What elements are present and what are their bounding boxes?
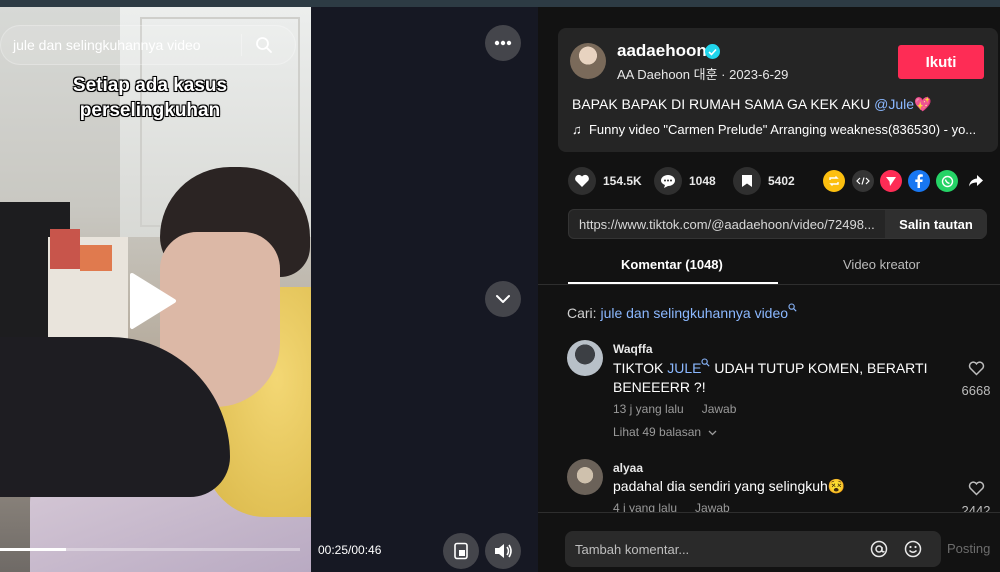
related-search-hint[interactable]: Cari: jule dan selingkuhannya video bbox=[567, 303, 797, 321]
video-pane: jule dan selingkuhannya video Setiap ada… bbox=[0, 7, 538, 572]
reply-button[interactable]: Jawab bbox=[702, 402, 737, 416]
music-title[interactable]: Funny video "Carmen Prelude" Arranging w… bbox=[589, 122, 976, 137]
app-root: jule dan selingkuhannya video Setiap ada… bbox=[0, 0, 1000, 572]
video-frame[interactable]: jule dan selingkuhannya video Setiap ada… bbox=[0, 7, 311, 572]
chevron-down-icon bbox=[496, 295, 510, 303]
copy-link-button[interactable]: Salin tautan bbox=[885, 210, 987, 238]
search-small-icon bbox=[788, 303, 797, 312]
heart-outline-icon bbox=[968, 361, 984, 376]
comment-compose-bar: Tambah komentar... Posting bbox=[538, 512, 1000, 572]
tab-comments[interactable]: Komentar (1048) bbox=[621, 257, 723, 272]
repost-icon[interactable] bbox=[823, 170, 845, 192]
floating-player-button[interactable] bbox=[443, 533, 479, 569]
video-link-box[interactable]: https://www.tiktok.com/@aadaehoon/video/… bbox=[568, 209, 987, 239]
follow-button[interactable]: Ikuti bbox=[898, 45, 984, 79]
more-options-button[interactable] bbox=[485, 25, 521, 61]
heart-icon[interactable] bbox=[568, 167, 596, 195]
whatsapp-icon[interactable] bbox=[936, 170, 958, 192]
video-caption: Setiap ada kasus perselingkuhan bbox=[40, 73, 260, 123]
comment-input-placeholder[interactable]: Tambah komentar... bbox=[575, 542, 689, 557]
embed-icon[interactable] bbox=[852, 170, 874, 192]
video-shelf-item bbox=[80, 245, 112, 271]
comment-avatar[interactable] bbox=[567, 340, 603, 376]
author-name[interactable]: aadaehoon bbox=[617, 41, 707, 61]
comment-search-link[interactable]: JULE bbox=[667, 360, 701, 376]
mention-icon[interactable] bbox=[870, 540, 888, 558]
tab-creator-videos[interactable]: Video kreator bbox=[843, 257, 920, 272]
facebook-icon[interactable] bbox=[908, 170, 930, 192]
video-shelf-item bbox=[50, 229, 80, 269]
search-hint-query[interactable]: jule dan selingkuhannya video bbox=[600, 305, 788, 321]
comment-username[interactable]: alyaa bbox=[613, 461, 643, 475]
video-progress-bar[interactable] bbox=[0, 548, 300, 551]
verified-icon bbox=[705, 44, 720, 59]
caption-line: perselingkuhan bbox=[79, 100, 221, 121]
floating-player-icon bbox=[454, 542, 468, 560]
description-emoji: 💖 bbox=[914, 96, 932, 112]
video-search-bar[interactable]: jule dan selingkuhannya video bbox=[0, 25, 296, 65]
video-link-url[interactable]: https://www.tiktok.com/@aadaehoon/video/… bbox=[579, 217, 879, 232]
video-progress-fill bbox=[0, 548, 66, 551]
video-search-text[interactable]: jule dan selingkuhannya video bbox=[1, 37, 241, 53]
caption-line: Setiap ada kasus bbox=[72, 75, 228, 96]
comment-input[interactable]: Tambah komentar... bbox=[565, 531, 941, 567]
play-icon[interactable] bbox=[128, 271, 178, 331]
like-stat[interactable]: 154.5K bbox=[568, 167, 642, 195]
comment-text-part: padahal dia sendiri yang selingkuh bbox=[613, 478, 828, 494]
view-replies-button[interactable]: Lihat 49 balasan bbox=[613, 425, 717, 439]
more-dots-icon bbox=[494, 40, 512, 46]
comment-meta: 13 j yang lalu Jawab bbox=[613, 402, 736, 416]
comment-text-part: TIKTOK bbox=[613, 360, 668, 376]
comment-avatar[interactable] bbox=[567, 459, 603, 495]
share-arrow-icon[interactable] bbox=[965, 170, 987, 192]
emoji-icon[interactable] bbox=[904, 540, 922, 558]
author-subtitle: AA Daehoon 대훈 · 2023-6-29 bbox=[617, 67, 789, 82]
description-text: BAPAK BAPAK DI RUMAH SAMA GA KEK AKU bbox=[572, 96, 875, 112]
details-panel: aadaehoon AA Daehoon 대훈 · 2023-6-29 Ikut… bbox=[538, 7, 1000, 572]
music-row[interactable]: ♫ Funny video "Carmen Prelude" Arranging… bbox=[572, 122, 982, 137]
volume-icon bbox=[495, 544, 512, 558]
save-stat[interactable]: 5402 bbox=[733, 167, 795, 195]
video-description: BAPAK BAPAK DI RUMAH SAMA GA KEK AKU @Ju… bbox=[572, 96, 931, 113]
comment-icon[interactable] bbox=[654, 167, 682, 195]
comment-text: padahal dia sendiri yang selingkuh😵 bbox=[613, 477, 933, 496]
description-mention[interactable]: @Jule bbox=[874, 96, 914, 112]
view-replies-label[interactable]: Lihat 49 balasan bbox=[613, 425, 701, 439]
comment-text: TIKTOK JULE UDAH TUTUP KOMEN, BERARTI BE… bbox=[613, 358, 933, 397]
search-icon[interactable] bbox=[242, 26, 286, 64]
video-time: 00:25/00:46 bbox=[318, 543, 382, 557]
comment-emoji: 😵 bbox=[827, 478, 846, 494]
search-hint-prefix: Cari: bbox=[567, 305, 601, 321]
chevron-down-icon bbox=[708, 430, 717, 436]
next-video-button[interactable] bbox=[485, 281, 521, 317]
comment-time: 13 j yang lalu bbox=[613, 402, 684, 416]
music-note-icon: ♫ bbox=[572, 122, 582, 137]
comment-count: 1048 bbox=[689, 174, 716, 188]
comment-stat[interactable]: 1048 bbox=[654, 167, 716, 195]
heart-outline-icon bbox=[968, 481, 984, 496]
comment-like-count: 6668 bbox=[961, 383, 991, 398]
like-count: 154.5K bbox=[603, 174, 642, 188]
comment-like[interactable]: 6668 bbox=[951, 361, 1000, 398]
save-count: 5402 bbox=[768, 174, 795, 188]
author-card: aadaehoon AA Daehoon 대훈 · 2023-6-29 Ikut… bbox=[558, 28, 998, 152]
author-avatar[interactable] bbox=[570, 43, 606, 79]
send-icon[interactable] bbox=[880, 170, 902, 192]
volume-button[interactable] bbox=[485, 533, 521, 569]
browser-top-strip bbox=[0, 0, 1000, 7]
comment-username[interactable]: Waqffa bbox=[613, 342, 653, 356]
tabs-divider bbox=[538, 284, 1000, 285]
bookmark-icon[interactable] bbox=[733, 167, 761, 195]
post-comment-button[interactable]: Posting bbox=[947, 541, 990, 556]
